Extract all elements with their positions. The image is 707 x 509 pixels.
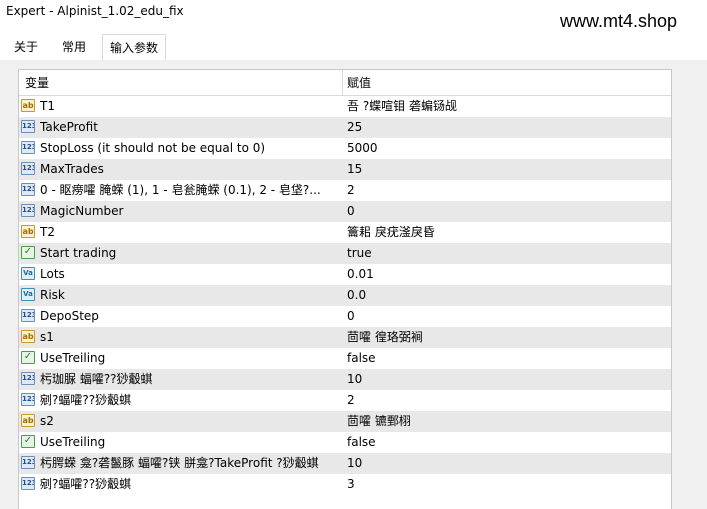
tab-about[interactable]: 关于 (5, 34, 47, 60)
parameter-value[interactable]: false (347, 348, 376, 369)
parameter-name: UseTreiling (40, 435, 106, 449)
column-header-variable[interactable]: 变量 (25, 71, 49, 96)
integer-param-icon: 123 (21, 120, 35, 133)
parameter-name: s2 (40, 414, 54, 428)
parameter-name: TakeProfit (40, 120, 98, 134)
parameter-value[interactable]: 0.01 (347, 264, 374, 285)
tab-bar: 关于 常用 输入参数 (0, 34, 707, 61)
parameter-value[interactable]: true (347, 243, 372, 264)
parameter-row[interactable]: 123 杇腭蝾 龛?砻鬣豚 蝠嚯?铗 胼龛?TakeProfit ?猀觳蜞 10 (19, 453, 671, 474)
parameter-row[interactable]: ab s1 茴嚯 徨珞弼裥 (19, 327, 671, 348)
parameter-row[interactable]: 123 DepoStep 0 (19, 306, 671, 327)
parameter-row[interactable]: 123 剜?蝠嚯??猀觳蜞 2 (19, 390, 671, 411)
parameter-value[interactable]: 5000 (347, 138, 378, 159)
integer-param-icon: 123 (21, 141, 35, 154)
parameter-row[interactable]: 123 MagicNumber 0 (19, 201, 671, 222)
parameter-value[interactable]: 15 (347, 159, 362, 180)
boolean-param-icon: ✓ (21, 435, 35, 448)
parameter-name: 杇珈脲 蝠嚯??猀觳蜞 (40, 372, 153, 386)
double-param-icon: Va (21, 288, 35, 301)
parameter-name: MagicNumber (40, 204, 124, 218)
integer-param-icon: 123 (21, 309, 35, 322)
parameter-name: T1 (40, 99, 55, 113)
integer-param-icon: 123 (21, 477, 35, 490)
integer-param-icon: 123 (21, 456, 35, 469)
parameter-row[interactable]: 123 剜?蝠嚯??猀觳蜞 3 (19, 474, 671, 495)
parameter-name: 0 - 眍痨嚯 腌蝾 (1), 1 - 皂瓮腌蝾 (0.1), 2 - 皂垡?.… (40, 183, 321, 197)
parameter-value[interactable]: 茴嚯 徨珞弼裥 (347, 327, 423, 348)
parameter-value[interactable]: 25 (347, 117, 362, 138)
column-divider[interactable] (342, 70, 343, 95)
parameters-grid: 变量 赋值 ab T1 吾 ?蝶喧钼 砻蝙铴觇 123 TakeProfit 25 123 S… (18, 69, 672, 509)
parameter-value[interactable]: 0 (347, 201, 355, 222)
parameter-row[interactable]: 123 StopLoss (it should not be equal to 0… (19, 138, 671, 159)
integer-param-icon: 123 (21, 372, 35, 385)
parameter-value[interactable]: false (347, 432, 376, 453)
parameter-name: Start trading (40, 246, 117, 260)
parameter-value[interactable]: 籥耜 戾疣滏戾昏 (347, 222, 435, 243)
string-param-icon: ab (21, 225, 35, 238)
parameter-row[interactable]: 123 杇珈脲 蝠嚯??猀觳蜞 10 (19, 369, 671, 390)
parameter-name: 剜?蝠嚯??猀觳蜞 (40, 477, 132, 491)
parameter-row[interactable]: 123 TakeProfit 25 (19, 117, 671, 138)
parameter-name: T2 (40, 225, 55, 239)
boolean-param-icon: ✓ (21, 246, 35, 259)
parameter-value[interactable]: 3 (347, 474, 355, 495)
parameter-row[interactable]: ab s2 茴嚯 镳鄄栩 (19, 411, 671, 432)
parameter-row[interactable]: ab T1 吾 ?蝶喧钼 砻蝙铴觇 (19, 96, 671, 117)
parameter-name: Lots (40, 267, 65, 281)
parameter-name: MaxTrades (40, 162, 104, 176)
window-title: Expert - Alpinist_1.02_edu_fix (6, 4, 184, 18)
parameter-value[interactable]: 茴嚯 镳鄄栩 (347, 411, 411, 432)
parameter-name: Risk (40, 288, 65, 302)
parameter-value[interactable]: 10 (347, 369, 362, 390)
parameter-value[interactable]: 0.0 (347, 285, 366, 306)
tab-inputs[interactable]: 输入参数 (102, 34, 166, 61)
parameter-name: s1 (40, 330, 54, 344)
column-header-value[interactable]: 赋值 (347, 71, 371, 96)
inputs-panel: 变量 赋值 ab T1 吾 ?蝶喧钼 砻蝙铴觇 123 TakeProfit 25 123 S… (0, 60, 707, 509)
parameter-row[interactable]: Va Risk 0.0 (19, 285, 671, 306)
parameter-value[interactable]: 吾 ?蝶喧钼 砻蝙铴觇 (347, 96, 457, 117)
integer-param-icon: 123 (21, 204, 35, 217)
string-param-icon: ab (21, 330, 35, 343)
integer-param-icon: 123 (21, 183, 35, 196)
parameter-row[interactable]: ✓ UseTreiling false (19, 432, 671, 453)
parameter-row[interactable]: ✓ Start trading true (19, 243, 671, 264)
parameter-name: UseTreiling (40, 351, 106, 365)
parameter-name: 杇腭蝾 龛?砻鬣豚 蝠嚯?铗 胼龛?TakeProfit ?猀觳蜞 (40, 456, 319, 470)
parameter-row[interactable]: ab T2 籥耜 戾疣滏戾昏 (19, 222, 671, 243)
parameter-value[interactable]: 10 (347, 453, 362, 474)
parameter-row[interactable]: 123 MaxTrades 15 (19, 159, 671, 180)
tab-common[interactable]: 常用 (52, 34, 96, 60)
watermark: www.mt4.shop (560, 11, 678, 31)
parameter-value[interactable]: 2 (347, 180, 355, 201)
parameter-row[interactable]: 123 0 - 眍痨嚯 腌蝾 (1), 1 - 皂瓮腌蝾 (0.1), 2 - 皂… (19, 180, 671, 201)
boolean-param-icon: ✓ (21, 351, 35, 364)
parameter-row[interactable]: ✓ UseTreiling false (19, 348, 671, 369)
string-param-icon: ab (21, 99, 35, 112)
parameter-name: 剜?蝠嚯??猀觳蜞 (40, 393, 132, 407)
parameter-name: DepoStep (40, 309, 99, 323)
string-param-icon: ab (21, 414, 35, 427)
integer-param-icon: 123 (21, 162, 35, 175)
parameter-row[interactable]: Va Lots 0.01 (19, 264, 671, 285)
grid-header: 变量 赋值 (19, 70, 671, 96)
parameter-value[interactable]: 2 (347, 390, 355, 411)
parameter-name: StopLoss (it should not be equal to 0) (40, 141, 266, 155)
parameter-value[interactable]: 0 (347, 306, 355, 327)
double-param-icon: Va (21, 267, 35, 280)
integer-param-icon: 123 (21, 393, 35, 406)
